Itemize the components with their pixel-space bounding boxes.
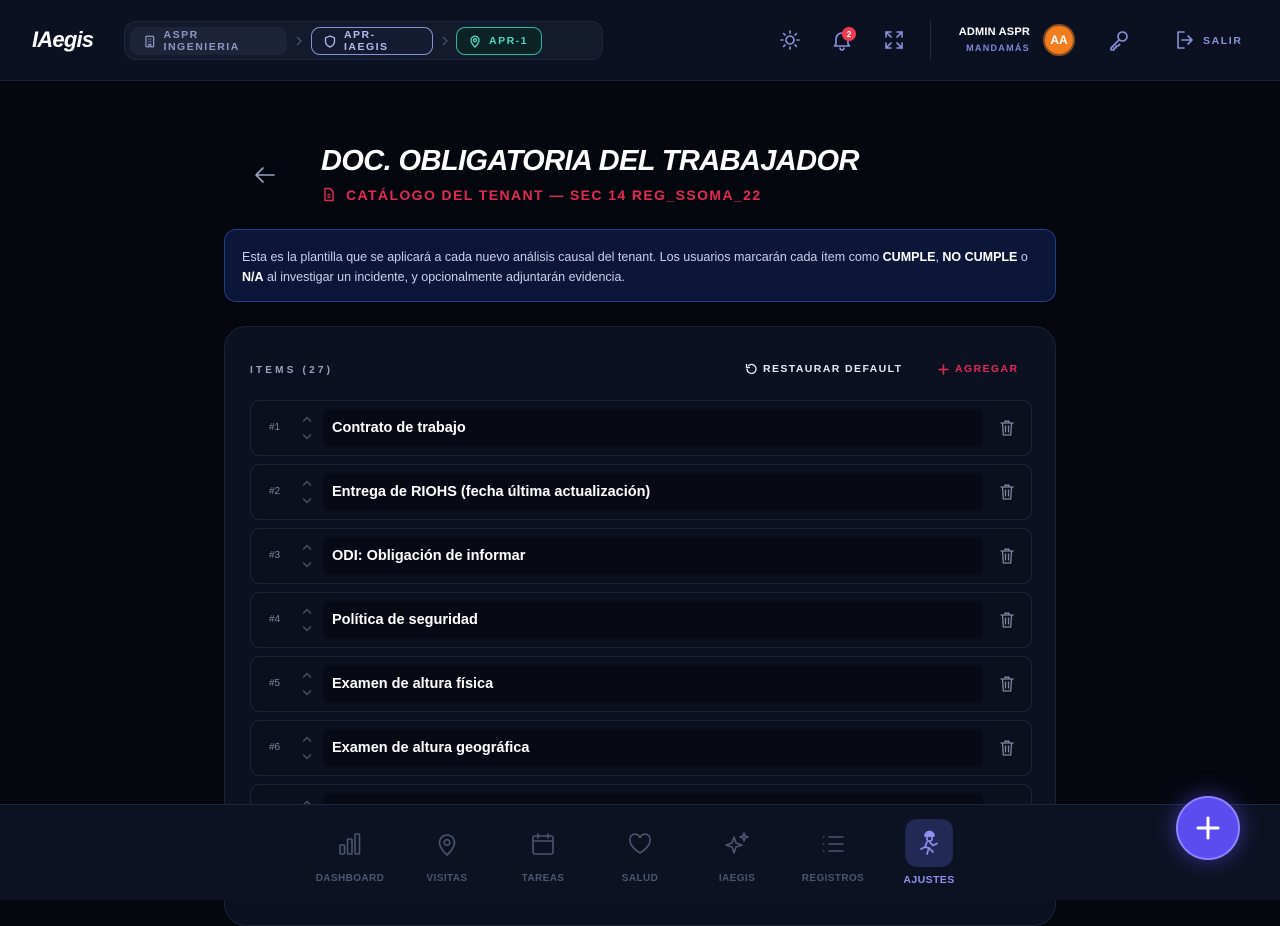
user-role: MANDAMÁS bbox=[966, 43, 1030, 53]
chevron-right-icon bbox=[296, 36, 302, 46]
restore-icon bbox=[745, 363, 757, 375]
list-icon bbox=[822, 836, 844, 852]
item-number: #6 bbox=[269, 742, 281, 753]
reorder-arrows-icon[interactable] bbox=[301, 541, 313, 571]
nav-label: DASHBOARD bbox=[315, 873, 385, 884]
nav-visitas[interactable]: VISITAS bbox=[399, 805, 495, 901]
plus-icon bbox=[938, 363, 949, 375]
info-text: Esta es la plantilla que se aplicará a c… bbox=[242, 250, 883, 264]
reorder-arrows-icon[interactable] bbox=[301, 477, 313, 507]
item-label-input[interactable]: Entrega de RIOHS (fecha última actualiza… bbox=[323, 473, 983, 511]
top-header: IAegis ASPR INGENIERIA APR-IAEGIS APR-1 … bbox=[0, 0, 1280, 81]
reorder-arrows-icon[interactable] bbox=[301, 413, 313, 443]
nav-label: TAREAS bbox=[521, 873, 565, 884]
list-item: #6 Examen de altura geográfica bbox=[250, 720, 1032, 776]
add-item-button[interactable]: AGREGAR bbox=[938, 363, 1018, 375]
item-label-input[interactable]: Examen de altura geográfica bbox=[323, 729, 983, 767]
item-number: #5 bbox=[269, 678, 281, 689]
logout-button[interactable]: SALIR bbox=[1203, 35, 1243, 47]
item-number: #4 bbox=[269, 614, 281, 625]
key-icon[interactable] bbox=[1107, 28, 1131, 52]
avatar[interactable]: AA bbox=[1043, 24, 1075, 56]
nav-label: AJUSTES bbox=[903, 874, 955, 886]
nav-salud[interactable]: SALUD bbox=[592, 805, 688, 901]
nav-dashboard[interactable]: DASHBOARD bbox=[302, 805, 398, 901]
breadcrumb-label: ASPR INGENIERIA bbox=[163, 29, 240, 53]
page-title: DOC. OBLIGATORIA DEL TRABAJADOR bbox=[321, 145, 859, 177]
calendar-icon bbox=[532, 833, 554, 855]
sparkles-icon bbox=[725, 832, 749, 854]
fullscreen-icon[interactable] bbox=[882, 28, 906, 52]
list-item: #5 Examen de altura física bbox=[250, 656, 1032, 712]
user-name: ADMIN ASPR bbox=[958, 26, 1030, 38]
nav-label: VISITAS bbox=[426, 873, 468, 884]
info-notice: Esta es la plantilla que se aplicará a c… bbox=[224, 229, 1056, 302]
sun-icon[interactable] bbox=[778, 28, 802, 52]
status-na: N/A bbox=[242, 270, 264, 284]
map-pin-icon bbox=[470, 35, 480, 48]
item-label-input[interactable]: Examen de altura física bbox=[323, 665, 983, 703]
nav-iaegis[interactable]: IAEGIS bbox=[689, 805, 785, 901]
nav-registros[interactable]: REGISTROS bbox=[785, 805, 881, 901]
document-icon bbox=[324, 187, 334, 202]
list-item: #1 Contrato de trabajo bbox=[250, 400, 1032, 456]
item-label-input[interactable]: ODI: Obligación de informar bbox=[323, 537, 983, 575]
status-no-cumple: NO CUMPLE bbox=[942, 250, 1018, 264]
items-list: #1 Contrato de trabajo #2 Entrega de RIO… bbox=[250, 400, 1032, 848]
trash-icon[interactable] bbox=[999, 675, 1015, 693]
back-arrow-icon[interactable] bbox=[253, 164, 277, 186]
logout-icon[interactable] bbox=[1172, 28, 1196, 52]
nav-label: SALUD bbox=[621, 873, 659, 884]
item-label-input[interactable]: Política de seguridad bbox=[323, 601, 983, 639]
restore-default-button[interactable]: RESTAURAR DEFAULT bbox=[745, 363, 903, 375]
item-label-input[interactable]: Contrato de trabajo bbox=[323, 409, 983, 447]
nav-ajustes[interactable]: AJUSTES bbox=[881, 805, 977, 901]
building-icon bbox=[145, 35, 155, 47]
active-nav-indicator bbox=[905, 819, 953, 867]
add-label: AGREGAR bbox=[955, 363, 1019, 375]
item-number: #1 bbox=[269, 422, 281, 433]
info-text: al investigar un incidente, y opcionalme… bbox=[263, 270, 625, 284]
reorder-arrows-icon[interactable] bbox=[301, 669, 313, 699]
worker-icon bbox=[920, 830, 938, 855]
trash-icon[interactable] bbox=[999, 483, 1015, 501]
heart-icon bbox=[629, 833, 651, 854]
breadcrumb-company[interactable]: ASPR INGENIERIA bbox=[130, 27, 287, 55]
map-pin-icon bbox=[438, 834, 456, 857]
list-item: #2 Entrega de RIOHS (fecha última actual… bbox=[250, 464, 1032, 520]
trash-icon[interactable] bbox=[999, 419, 1015, 437]
items-count-title: ITEMS (27) bbox=[250, 365, 334, 376]
trash-icon[interactable] bbox=[999, 739, 1015, 757]
trash-icon[interactable] bbox=[999, 611, 1015, 629]
chevron-right-icon bbox=[442, 36, 448, 46]
reorder-arrows-icon[interactable] bbox=[301, 605, 313, 635]
info-text: o bbox=[1017, 250, 1028, 264]
plus-icon bbox=[1196, 816, 1220, 840]
reorder-arrows-icon[interactable] bbox=[301, 733, 313, 763]
page-subtitle: CATÁLOGO DEL TENANT — SEC 14 REG_SSOMA_2… bbox=[346, 187, 762, 203]
app-logo[interactable]: IAegis bbox=[32, 27, 94, 53]
breadcrumb-project[interactable]: APR-IAEGIS bbox=[311, 27, 433, 55]
breadcrumb-site[interactable]: APR-1 bbox=[456, 27, 542, 55]
bottom-navigation: DASHBOARD VISITAS TAREAS SALUD IAEGIS RE… bbox=[0, 804, 1280, 900]
header-divider bbox=[930, 20, 931, 60]
status-cumple: CUMPLE bbox=[882, 250, 936, 264]
notification-badge: 2 bbox=[842, 27, 856, 41]
item-number: #2 bbox=[269, 486, 281, 497]
nav-tareas[interactable]: TAREAS bbox=[495, 805, 591, 901]
bar-chart-icon bbox=[339, 833, 361, 855]
shield-icon bbox=[324, 34, 336, 48]
nav-label: REGISTROS bbox=[801, 873, 865, 884]
trash-icon[interactable] bbox=[999, 547, 1015, 565]
breadcrumb-label: APR-IAEGIS bbox=[343, 29, 389, 53]
nav-label: IAEGIS bbox=[718, 873, 756, 884]
item-number: #3 bbox=[269, 550, 281, 561]
list-item: #3 ODI: Obligación de informar bbox=[250, 528, 1032, 584]
list-item: #4 Política de seguridad bbox=[250, 592, 1032, 648]
floating-add-button[interactable] bbox=[1176, 796, 1240, 860]
restore-label: RESTAURAR DEFAULT bbox=[763, 363, 903, 375]
breadcrumb: ASPR INGENIERIA APR-IAEGIS APR-1 bbox=[124, 21, 603, 60]
breadcrumb-label: APR-1 bbox=[489, 35, 529, 47]
